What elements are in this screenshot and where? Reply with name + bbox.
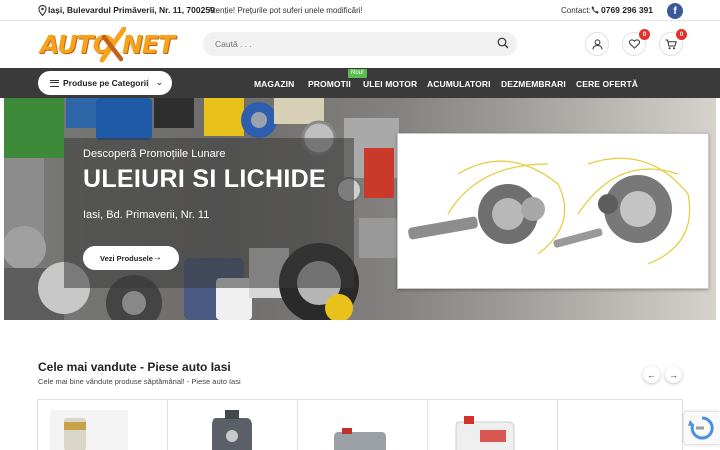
hero-title: ULEIURI SI LICHIDE	[83, 165, 326, 193]
nav-item-ulei-motor[interactable]: ULEI MOTOR	[363, 79, 417, 89]
gearbox-image	[398, 134, 707, 287]
wishlist-count-badge: 0	[639, 29, 650, 40]
divider	[148, 77, 149, 89]
recaptcha-badge[interactable]	[684, 412, 720, 444]
product-image	[334, 428, 386, 450]
hero-location: Iasi, Bd. Primaverii, Nr. 11	[83, 209, 210, 221]
nav-item-dezmembrari[interactable]: DEZMEMBRARI	[501, 79, 566, 89]
nav-item-cere-oferta[interactable]: CERE OFERTĂ	[576, 79, 638, 89]
phone-icon	[591, 6, 599, 14]
arrow-right-icon: →	[152, 252, 162, 263]
cart-button[interactable]: 0	[659, 29, 687, 56]
product-card[interactable]	[38, 400, 168, 450]
phone-number[interactable]: 0769 296 391	[601, 5, 653, 15]
hero-banner: Descoperă Promoțiile Lunare ULEIURI SI L…	[4, 98, 716, 320]
chevron-left-icon: ←	[647, 369, 656, 380]
search-input[interactable]	[203, 32, 517, 56]
search-icon[interactable]	[497, 37, 509, 49]
user-icon	[592, 38, 602, 50]
new-badge: Nou!	[348, 69, 367, 78]
logo-text-net: NET	[122, 30, 175, 59]
wishlist-button[interactable]: 0	[622, 29, 650, 56]
product-image	[212, 410, 252, 450]
location-pin-icon	[38, 5, 47, 16]
cart-count-badge: 0	[676, 29, 687, 40]
hero-promo-text: Descoperă Promoțiile Lunare	[83, 148, 226, 160]
site-logo[interactable]: AUTO NET	[40, 27, 175, 63]
price-notice: Atenție! Prețurile pot suferi unele modi…	[208, 6, 363, 15]
section-title: Cele mai vandute - Piese auto Iasi	[38, 360, 231, 374]
carousel-next-button[interactable]: →	[665, 366, 682, 383]
nav-item-promotii[interactable]: PROMOTII	[308, 79, 351, 89]
nav-item-acumulatori[interactable]: ACUMULATORI	[427, 79, 491, 89]
nav-item-magazin[interactable]: MAGAZIN	[254, 79, 294, 89]
account-button[interactable]	[585, 32, 609, 56]
product-card[interactable]	[428, 400, 558, 450]
store-address: Iași, Bulevardul Primăverii, Nr. 11, 700…	[48, 5, 215, 15]
site-header: AUTO NET 0 0	[0, 21, 720, 68]
product-card[interactable]	[298, 400, 428, 450]
cart-icon	[665, 39, 677, 49]
categories-label: Produse pe Categorii	[63, 78, 149, 88]
product-image	[50, 410, 128, 450]
facebook-icon[interactable]: f	[667, 3, 683, 19]
chevron-down-icon: ⌄	[156, 78, 163, 87]
view-products-label: Vezi Produsele	[100, 253, 153, 263]
top-bar: Iași, Bulevardul Primăverii, Nr. 11, 700…	[0, 0, 720, 21]
recaptcha-icon	[688, 416, 714, 440]
chevron-right-icon: →	[669, 369, 678, 380]
contact-label: Contact:	[561, 6, 591, 15]
gearbox-photo	[397, 133, 709, 289]
product-carousel	[37, 399, 683, 450]
product-card[interactable]	[168, 400, 298, 450]
menu-icon	[50, 79, 59, 87]
section-subtitle: Cele mai bine vândute produse săptămânal…	[38, 377, 241, 386]
product-image	[455, 416, 515, 450]
categories-dropdown[interactable]: Produse pe Categorii ⌄	[38, 71, 172, 95]
product-card[interactable]	[558, 400, 682, 450]
carousel-prev-button[interactable]: ←	[643, 366, 660, 383]
view-products-button[interactable]: Vezi Produsele →	[83, 246, 179, 270]
heart-icon	[628, 39, 640, 49]
